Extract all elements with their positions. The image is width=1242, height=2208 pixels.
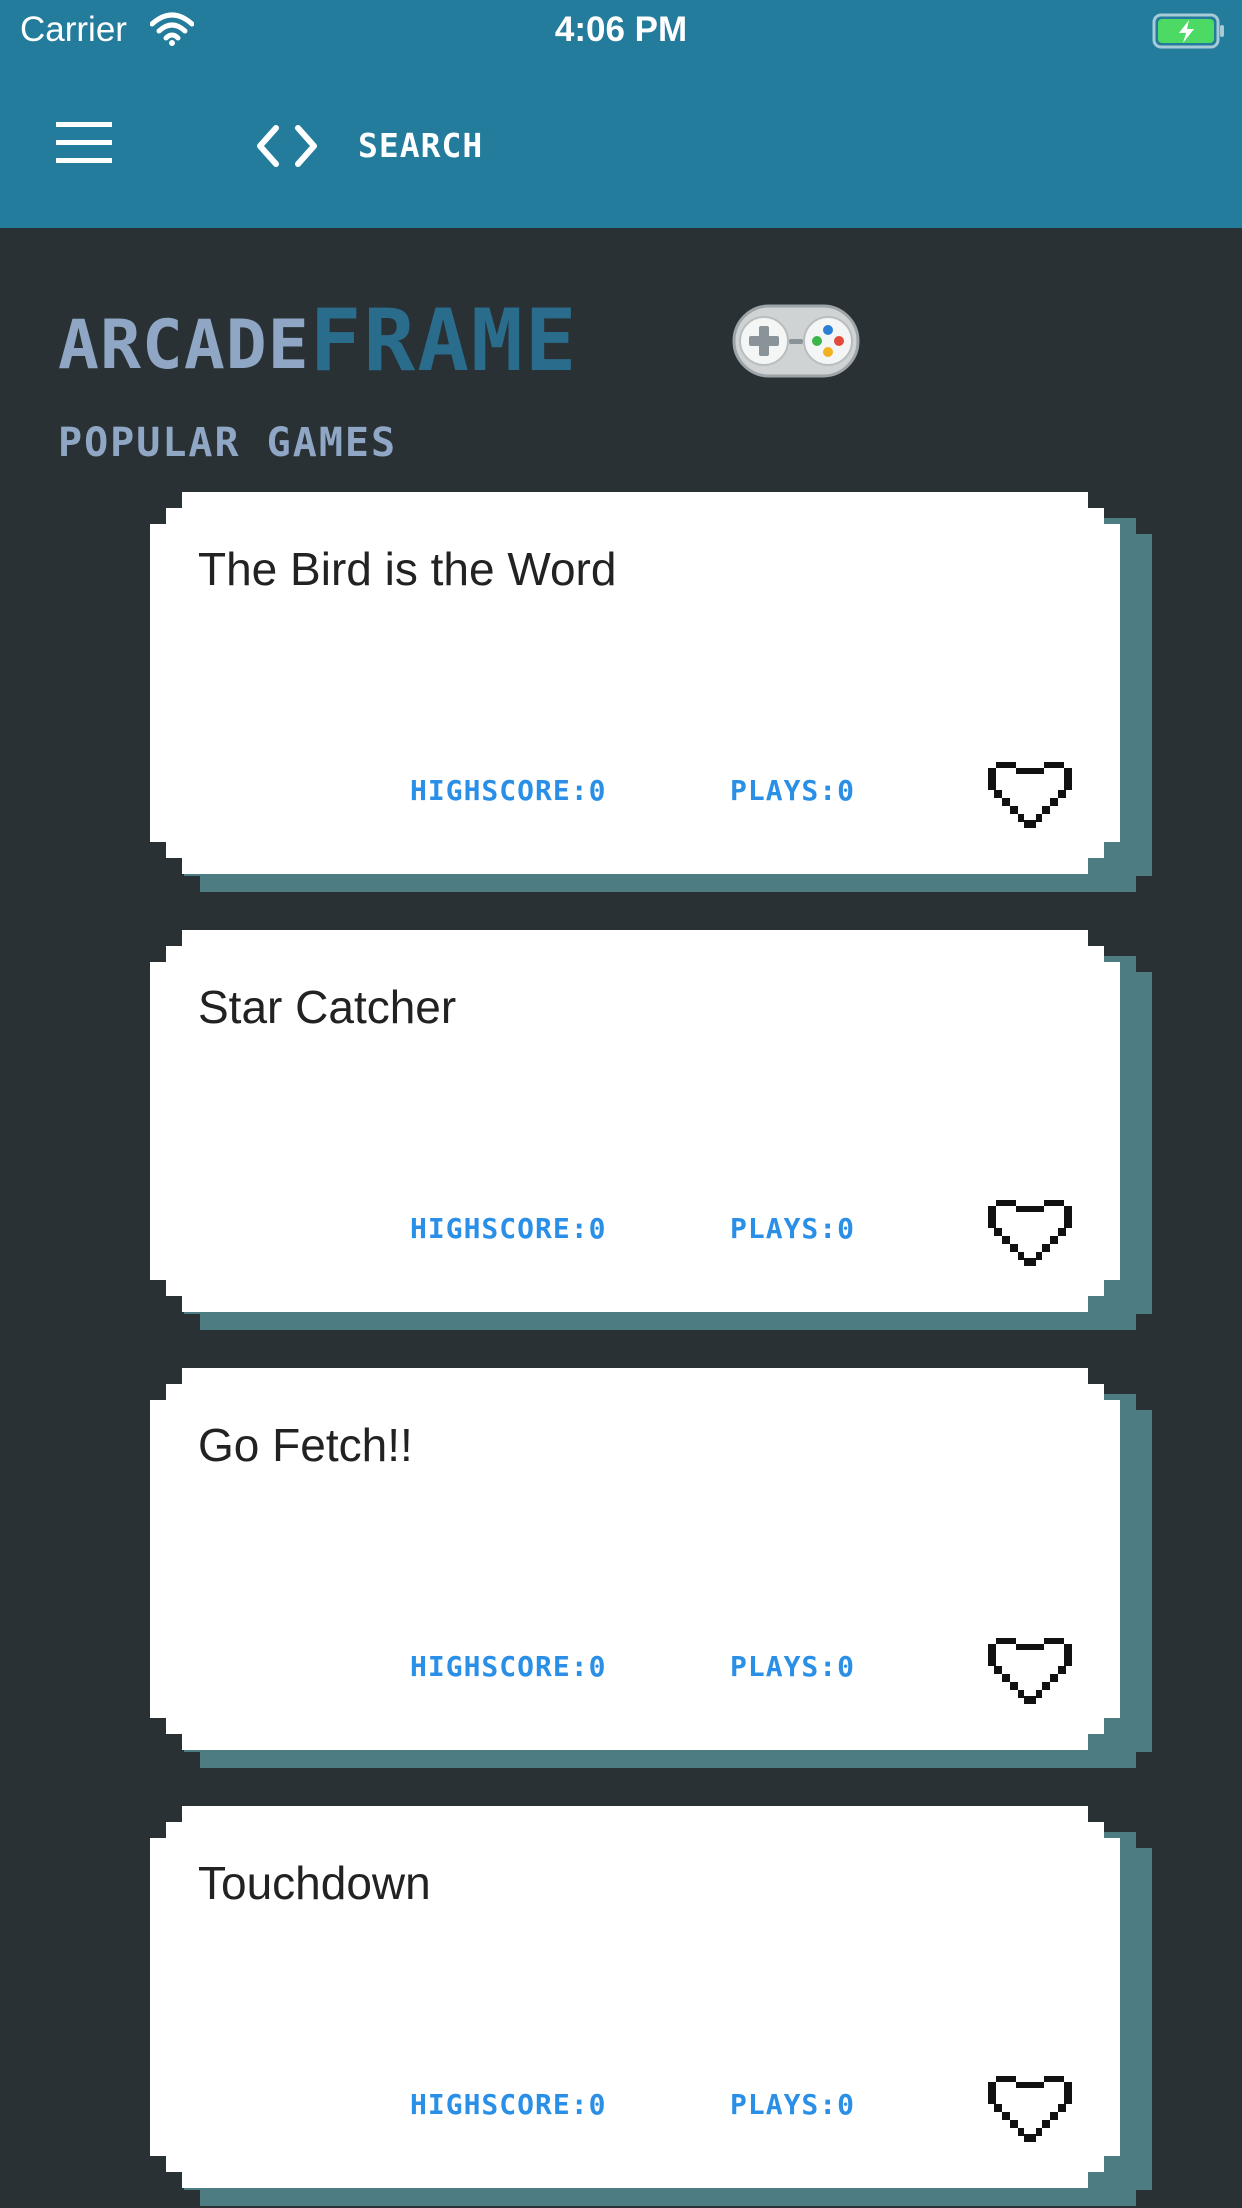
game-card[interactable]: Touchdown HIGHSCORE:0 PLAYS:0 (150, 1806, 1152, 2208)
battery-charging-icon (1152, 13, 1226, 54)
plays-label: PLAYS:0 (730, 1650, 856, 1683)
game-card[interactable]: The Bird is the Word HIGHSCORE:0 PLAYS:0 (150, 492, 1152, 900)
plays-label: PLAYS:0 (730, 774, 856, 807)
section-title: POPULAR GAMES (58, 420, 398, 466)
card-body: Star Catcher HIGHSCORE:0 PLAYS:0 (150, 930, 1120, 1312)
game-title: Star Catcher (198, 981, 457, 1033)
heart-outline-icon[interactable] (980, 2068, 1080, 2148)
card-body: The Bird is the Word HIGHSCORE:0 PLAYS:0 (150, 492, 1120, 874)
logo-frame-text: FRAME (309, 290, 579, 391)
heart-outline-icon[interactable] (980, 1630, 1080, 1710)
game-card[interactable]: Go Fetch!! HIGHSCORE:0 PLAYS:0 (150, 1368, 1152, 1776)
heart-outline-icon[interactable] (980, 754, 1080, 834)
nav-bar: SEARCH (0, 88, 1242, 198)
plays-label: PLAYS:0 (730, 1212, 856, 1245)
plays-label: PLAYS:0 (730, 2088, 856, 2121)
game-title: The Bird is the Word (198, 543, 617, 595)
code-brackets-icon (254, 124, 320, 173)
hamburger-menu-icon[interactable] (50, 118, 118, 170)
highscore-label: HIGHSCORE:0 (410, 774, 607, 807)
status-time: 4:06 PM (554, 10, 688, 49)
card-body: Go Fetch!! HIGHSCORE:0 PLAYS:0 (150, 1368, 1120, 1750)
app-header: Carrier 4:06 PM SEARCH (0, 0, 1242, 228)
highscore-label: HIGHSCORE:0 (410, 1650, 607, 1683)
search-link[interactable]: SEARCH (358, 126, 483, 165)
status-bar: Carrier 4:06 PM (0, 0, 1242, 62)
highscore-label: HIGHSCORE:0 (410, 2088, 607, 2121)
highscore-label: HIGHSCORE:0 (410, 1212, 607, 1245)
app-logo: ARCADE FRAME (58, 290, 579, 391)
game-title: Touchdown (198, 1857, 431, 1909)
gamepad-icon (732, 304, 860, 383)
game-title: Go Fetch!! (198, 1419, 413, 1471)
game-card[interactable]: Star Catcher HIGHSCORE:0 PLAYS:0 (150, 930, 1152, 1338)
logo-arcade-text: ARCADE (58, 306, 310, 385)
card-body: Touchdown HIGHSCORE:0 PLAYS:0 (150, 1806, 1120, 2188)
heart-outline-icon[interactable] (980, 1192, 1080, 1272)
